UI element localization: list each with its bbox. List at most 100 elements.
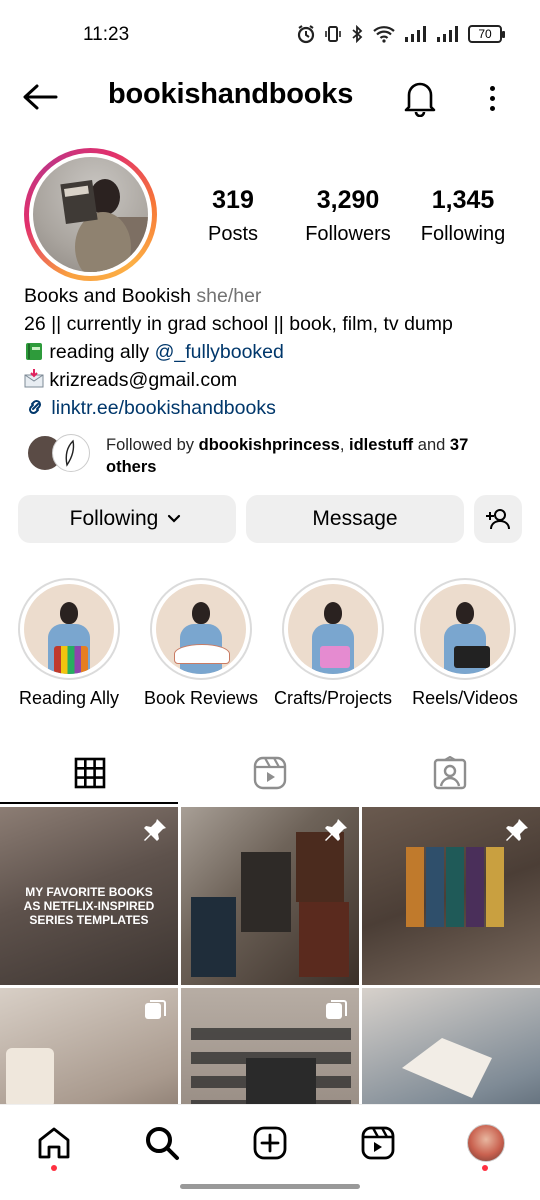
highlight-label: Book Reviews — [143, 688, 259, 708]
nav-create[interactable] — [250, 1123, 290, 1163]
signal-icon — [405, 26, 426, 42]
vibrate-icon — [325, 26, 341, 42]
message-button-label: Message — [312, 507, 398, 530]
followers-count: 3,290 — [316, 186, 380, 214]
highlight-cover — [24, 584, 114, 674]
email-text: krizreads@gmail.com — [49, 369, 238, 391]
message-button[interactable]: Message — [246, 495, 464, 543]
more-options-button[interactable] — [480, 80, 504, 116]
more-dot-icon — [489, 105, 495, 111]
highlight-ring — [282, 578, 384, 680]
bluetooth-icon — [352, 25, 363, 43]
more-dot-icon — [489, 85, 495, 91]
highlight-cover — [288, 584, 378, 674]
posts-label: Posts — [207, 223, 259, 245]
tab-tagged[interactable] — [360, 742, 540, 804]
bio-line-3: krizreads@gmail.com — [24, 366, 524, 394]
bio-name-line: Books and Bookish she/her — [24, 282, 524, 310]
external-link[interactable]: linktr.ee/bookishandbooks — [51, 397, 275, 419]
grid-post[interactable]: MY FAVORITE BOOKS AS NETFLIX-INSPIRED SE… — [0, 807, 178, 985]
nav-profile[interactable] — [466, 1123, 506, 1163]
mutual-user-2[interactable]: idlestuff — [349, 436, 413, 454]
following-stat[interactable]: 1,345 Following — [412, 186, 514, 246]
followers-label: Followers — [305, 223, 391, 245]
link-icon — [28, 399, 42, 415]
posts-stat[interactable]: 319 Posts — [190, 186, 276, 246]
status-time: 11:23 — [83, 24, 130, 45]
highlight-ring — [18, 578, 120, 680]
grid-post[interactable] — [362, 807, 540, 985]
back-button[interactable] — [22, 80, 62, 114]
pin-icon — [325, 819, 347, 841]
green-book-icon — [26, 343, 42, 360]
more-dot-icon — [489, 95, 495, 101]
active-tab-indicator — [0, 802, 178, 804]
highlight-cover — [156, 584, 246, 674]
highlight-cover — [420, 584, 510, 674]
posts-grid: MY FAVORITE BOOKS AS NETFLIX-INSPIRED SE… — [0, 807, 540, 1166]
mutual-avatars — [24, 434, 94, 474]
tab-reels[interactable] — [180, 742, 360, 804]
highlight-ring — [150, 578, 252, 680]
add-person-icon — [486, 509, 510, 530]
profile-avatar[interactable] — [24, 148, 157, 281]
reels-icon — [253, 756, 287, 790]
highlight-label: Crafts/Projects — [273, 688, 393, 708]
wifi-icon — [373, 26, 395, 43]
following-label: Following — [420, 223, 506, 245]
highlight-book-reviews[interactable]: Book Reviews — [136, 578, 266, 709]
highlight-crafts-projects[interactable]: Crafts/Projects — [268, 578, 398, 709]
highlight-reels-videos[interactable]: Reels/Videos — [400, 578, 530, 709]
tab-posts-grid[interactable] — [0, 742, 180, 804]
envelope-icon — [24, 369, 44, 388]
following-count: 1,345 — [431, 186, 495, 214]
add-post-icon — [253, 1126, 287, 1160]
avatar-image — [33, 157, 148, 272]
bio-link-line[interactable]: linktr.ee/bookishandbooks — [24, 394, 524, 422]
profile-avatar-icon — [467, 1124, 505, 1162]
display-name: Books and Bookish — [24, 285, 191, 307]
notification-dot — [482, 1165, 488, 1171]
post-caption-overlay: MY FAVORITE BOOKS AS NETFLIX-INSPIRED SE… — [23, 885, 155, 927]
mention-link[interactable]: @_fullybooked — [155, 341, 284, 363]
nav-reels[interactable] — [358, 1123, 398, 1163]
followed-by-text: Followed by dbookishprincess, idlestuff … — [106, 436, 469, 476]
nav-search[interactable] — [142, 1123, 182, 1163]
pin-icon — [506, 819, 528, 841]
highlight-reading-ally[interactable]: Reading Ally — [4, 578, 134, 709]
bell-icon — [404, 82, 436, 118]
bio-line-2: reading ally @_fullybooked — [24, 338, 524, 366]
grid-icon — [74, 757, 106, 789]
home-indicator — [180, 1184, 360, 1189]
profile-header: bookishandbooks — [0, 72, 540, 122]
alarm-icon — [297, 25, 315, 44]
followers-stat[interactable]: 3,290 Followers — [296, 186, 400, 246]
status-bar: 11:23 70 — [0, 0, 540, 72]
highlight-label: Reels/Videos — [412, 688, 518, 708]
quill-icon — [65, 439, 75, 467]
signal-icon-2 — [437, 26, 458, 42]
posts-count: 319 — [212, 186, 254, 214]
following-button[interactable]: Following — [18, 495, 236, 543]
bio-line-1: 26 || currently in grad school || book, … — [24, 313, 453, 335]
followed-by[interactable]: Followed by dbookishprincess, idlestuff … — [24, 434, 524, 478]
search-icon — [146, 1127, 179, 1160]
suggested-people-button[interactable] — [474, 495, 522, 543]
multiple-photos-icon — [326, 1000, 347, 1019]
notifications-button[interactable] — [401, 77, 439, 118]
chevron-down-icon — [168, 514, 181, 523]
notification-dot — [51, 1165, 57, 1171]
profile-bio: Books and Bookish she/her 26 || currentl… — [24, 282, 524, 422]
highlight-ring — [414, 578, 516, 680]
bio-line-2-text: reading ally — [49, 341, 155, 363]
following-button-label: Following — [69, 507, 159, 530]
status-icons: 70 — [296, 24, 505, 44]
reels-icon — [361, 1126, 395, 1160]
pin-icon — [144, 819, 166, 841]
nav-home[interactable] — [34, 1123, 74, 1163]
home-icon — [38, 1127, 70, 1159]
profile-username: bookishandbooks — [108, 78, 354, 110]
grid-post[interactable] — [181, 807, 359, 985]
mutual-user-1[interactable]: dbookishprincess — [199, 436, 340, 454]
mutual-avatar — [52, 434, 90, 472]
